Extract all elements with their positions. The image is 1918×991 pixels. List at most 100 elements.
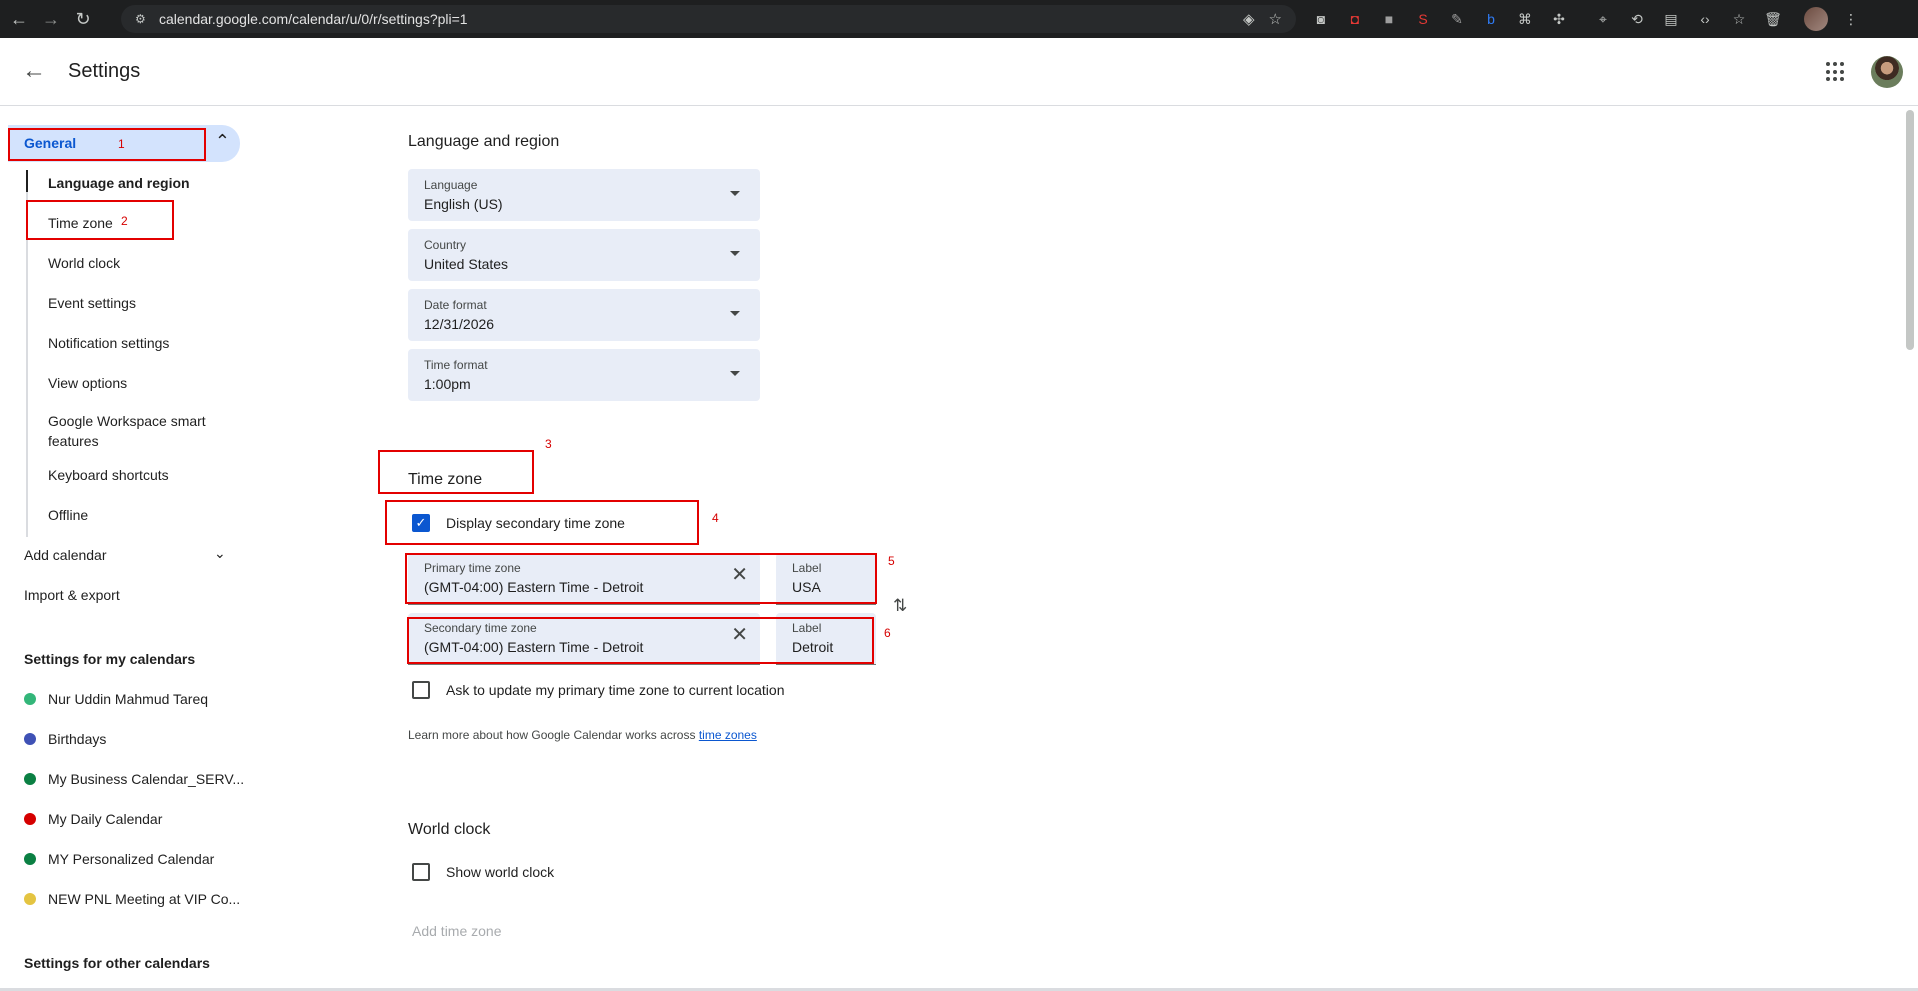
sidebar-item-view-options[interactable]: View options xyxy=(48,375,127,391)
trash-icon[interactable]: 🗑 xyxy=(1762,8,1784,30)
field-label: Date format xyxy=(424,298,487,312)
date-format-select[interactable]: Date format 12/31/2026 xyxy=(408,289,760,341)
forward-icon[interactable]: → xyxy=(38,6,64,32)
ask-update-checkbox[interactable] xyxy=(412,681,430,699)
calendar-color-dot xyxy=(24,733,36,745)
sidebar-item-add-calendar[interactable]: Add calendar ⌄ xyxy=(24,545,226,563)
calendar-name: NEW PNL Meeting at VIP Co... xyxy=(48,891,241,907)
show-world-clock-label[interactable]: Show world clock xyxy=(446,864,554,880)
calendar-color-dot xyxy=(24,773,36,785)
sidebar-item-label: Add calendar xyxy=(24,547,107,563)
sidebar-item-offline[interactable]: Offline xyxy=(48,507,88,523)
field-label: Time format xyxy=(424,358,488,372)
page-title: Settings xyxy=(68,60,141,82)
calendar-color-dot xyxy=(24,853,36,865)
bookmarks-icon[interactable]: ☆ xyxy=(1728,8,1750,30)
address-bar[interactable]: ⚙ calendar.google.com/calendar/u/0/r/set… xyxy=(121,5,1296,33)
section-title-language-region: Language and region xyxy=(408,133,560,150)
sidebar-item-notification-settings[interactable]: Notification settings xyxy=(48,335,169,351)
my-calendars-heading: Settings for my calendars xyxy=(24,651,196,667)
show-world-clock-checkbox[interactable] xyxy=(412,863,430,881)
calendar-color-dot xyxy=(24,893,36,905)
chevron-up-icon[interactable]: ⌃ xyxy=(215,131,230,152)
address-url[interactable]: calendar.google.com/calendar/u/0/r/setti… xyxy=(159,11,468,27)
learn-more-prefix: Learn more about how Google Calendar wor… xyxy=(408,728,696,742)
code-icon[interactable]: ‹› xyxy=(1694,8,1716,30)
annotation-number: 4 xyxy=(712,511,719,525)
history-icon[interactable]: ⟲ xyxy=(1626,8,1648,30)
annotation-number: 1 xyxy=(118,137,125,151)
tab-layout-icon[interactable]: ▤ xyxy=(1660,8,1682,30)
sidebar-item-event-settings[interactable]: Event settings xyxy=(48,295,136,311)
sidebar-item-workspace-smart-features[interactable]: Google Workspace smart features xyxy=(48,411,218,451)
calendar-item[interactable]: My Daily Calendar xyxy=(24,811,162,827)
ask-update-label[interactable]: Ask to update my primary time zone to cu… xyxy=(446,682,784,698)
browser-profile-avatar[interactable] xyxy=(1804,7,1828,31)
annotation-box-6 xyxy=(407,617,874,664)
page-scrollbar[interactable] xyxy=(1906,110,1914,350)
translate-extension-icon[interactable]: ⌘ xyxy=(1514,8,1536,30)
sidebar-item-world-clock[interactable]: World clock xyxy=(48,255,120,271)
time-zones-link[interactable]: time zones xyxy=(699,728,757,742)
annotation-box-5 xyxy=(405,553,877,604)
calendar-name: Birthdays xyxy=(48,731,107,747)
annotation-box-1 xyxy=(8,128,206,161)
chevron-down-icon[interactable]: ⌄ xyxy=(214,545,226,562)
reload-icon[interactable]: ↻ xyxy=(70,6,96,32)
sidebar-item-language-region[interactable]: Language and region xyxy=(48,175,190,191)
account-avatar[interactable] xyxy=(1871,56,1903,88)
field-value: 1:00pm xyxy=(424,376,471,392)
annotation-box-2 xyxy=(26,200,174,240)
calendar-name: My Business Calendar_SERV... xyxy=(48,771,245,787)
calendar-name: My Daily Calendar xyxy=(48,811,163,827)
calendar-item[interactable]: Birthdays xyxy=(24,731,106,747)
calendar-item[interactable]: Nur Uddin Mahmud Tareq xyxy=(24,691,208,707)
bookmark-star-icon[interactable]: ☆ xyxy=(1269,10,1282,28)
app-header: ← Settings xyxy=(0,38,1918,106)
calendar-item[interactable]: MY Personalized Calendar xyxy=(24,851,214,867)
add-time-zone-button[interactable]: Add time zone xyxy=(412,923,502,939)
time-format-select[interactable]: Time format 1:00pm xyxy=(408,349,760,401)
annotation-box-3 xyxy=(378,450,534,494)
camera-extension-icon[interactable]: ◙ xyxy=(1310,8,1332,30)
calendar-name: MY Personalized Calendar xyxy=(48,851,215,867)
gray-extension-icon[interactable]: ■ xyxy=(1378,8,1400,30)
feather-extension-icon[interactable]: ✎ xyxy=(1446,8,1468,30)
field-value: United States xyxy=(424,256,509,272)
browser-menu-icon[interactable]: ⋮ xyxy=(1840,8,1862,30)
site-info-icon[interactable]: ⚙ xyxy=(135,12,149,26)
calendar-color-dot xyxy=(24,813,36,825)
dropdown-arrow-icon xyxy=(730,311,740,316)
back-arrow-icon[interactable]: ← xyxy=(22,59,48,85)
settings-main: Language and region Language English (US… xyxy=(250,106,1900,991)
extensions-puzzle-icon[interactable]: ✣ xyxy=(1548,8,1570,30)
b-extension-icon[interactable]: b xyxy=(1480,8,1502,30)
language-select[interactable]: Language English (US) xyxy=(408,169,760,221)
field-label: Country xyxy=(424,238,467,252)
sidebar-item-keyboard-shortcuts[interactable]: Keyboard shortcuts xyxy=(48,467,169,483)
install-icon[interactable]: ◈ xyxy=(1243,10,1255,28)
annotation-box-4 xyxy=(385,500,699,545)
calendar-item[interactable]: My Business Calendar_SERV... xyxy=(24,771,244,787)
location-icon[interactable]: ⌖ xyxy=(1592,8,1614,30)
sidebar-item-import-export[interactable]: Import & export xyxy=(24,587,120,603)
field-value: English (US) xyxy=(424,196,503,212)
red-extension-icon[interactable]: ◘ xyxy=(1344,8,1366,30)
swap-time-zones-icon[interactable]: ⇅ xyxy=(893,596,907,616)
back-icon[interactable]: ← xyxy=(6,6,32,32)
calendar-name: Nur Uddin Mahmud Tareq xyxy=(48,691,209,707)
annotation-number: 3 xyxy=(545,437,552,451)
annotation-number: 5 xyxy=(888,554,895,568)
dropdown-arrow-icon xyxy=(730,251,740,256)
google-apps-icon[interactable] xyxy=(1826,62,1846,82)
annotation-number: 2 xyxy=(121,214,128,228)
s-extension-icon[interactable]: S xyxy=(1412,8,1434,30)
calendar-color-dot xyxy=(24,693,36,705)
country-select[interactable]: Country United States xyxy=(408,229,760,281)
dropdown-arrow-icon xyxy=(730,191,740,196)
other-calendars-heading: Settings for other calendars xyxy=(24,955,210,971)
field-value: 12/31/2026 xyxy=(424,316,495,332)
calendar-item[interactable]: NEW PNL Meeting at VIP Co... xyxy=(24,891,240,907)
learn-more-text: Learn more about how Google Calendar wor… xyxy=(408,728,757,742)
section-title-world-clock: World clock xyxy=(408,821,491,838)
